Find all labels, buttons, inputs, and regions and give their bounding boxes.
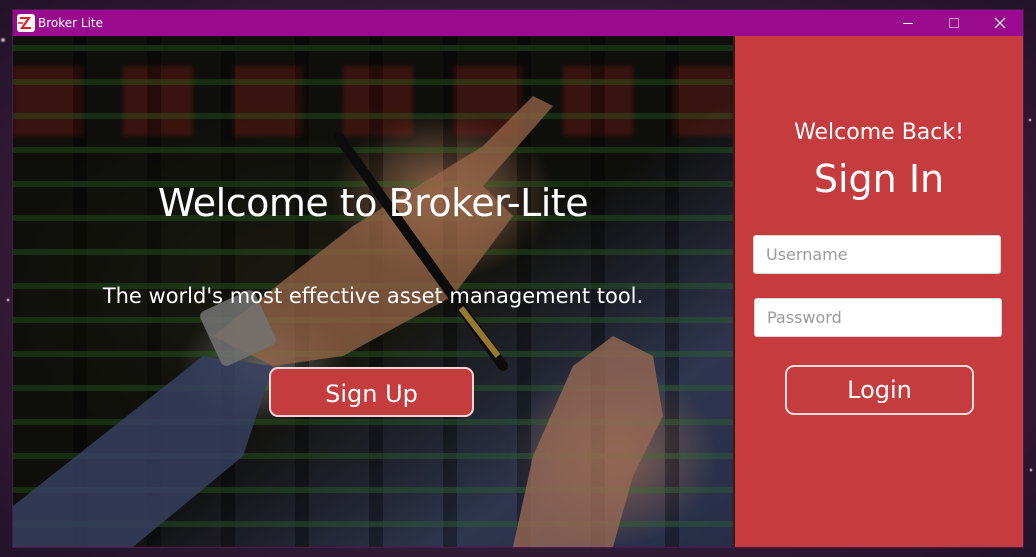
minimize-icon: [903, 23, 913, 24]
maximize-icon: [949, 18, 959, 28]
login-button[interactable]: Login: [785, 365, 974, 415]
close-icon: [994, 17, 1006, 29]
title-bar[interactable]: Broker Lite: [13, 10, 1023, 36]
maximize-button[interactable]: [931, 10, 977, 36]
broker-lite-logo-icon: [17, 14, 35, 32]
app-window: Broker Lite Welcome to Broker-Lite The w…: [13, 10, 1023, 547]
sign-up-button[interactable]: Sign Up: [269, 367, 474, 417]
welcome-back-text: Welcome Back!: [794, 120, 964, 145]
window-title: Broker Lite: [38, 16, 104, 30]
hero-title: Welcome to Broker-Lite: [157, 181, 589, 225]
hero-tagline: The world's most effective asset managem…: [102, 284, 644, 308]
welcome-panel: Welcome to Broker-Lite The world's most …: [13, 36, 733, 547]
password-input[interactable]: [754, 298, 1002, 337]
close-button[interactable]: [977, 10, 1023, 36]
sign-in-panel: Welcome Back! Sign In Login: [733, 36, 1023, 547]
sign-in-title: Sign In: [813, 157, 945, 201]
username-input[interactable]: [753, 235, 1001, 274]
minimize-button[interactable]: [885, 10, 931, 36]
